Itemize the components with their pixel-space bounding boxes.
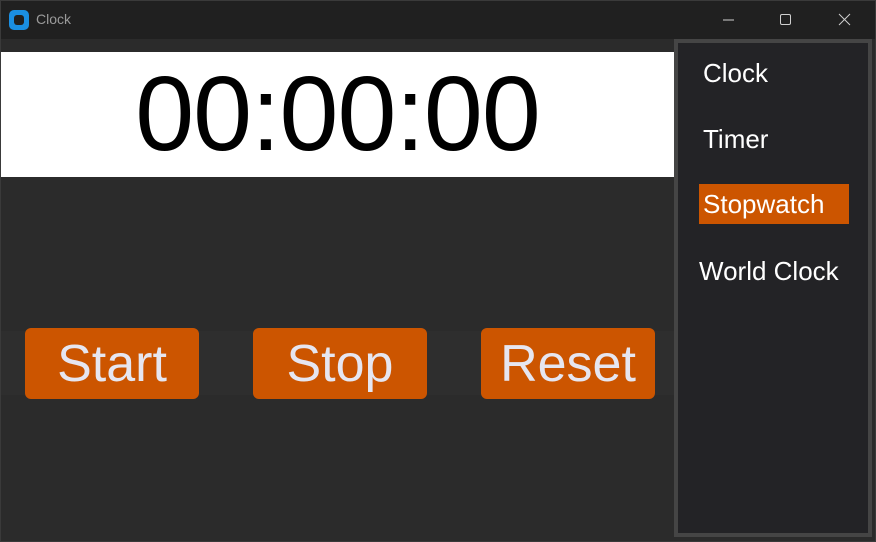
app-window: Clock 00:00:00 Start Stop Reset Clock Ti… <box>0 0 876 542</box>
maximize-button[interactable] <box>757 1 813 39</box>
minimize-icon <box>723 19 734 21</box>
maximize-icon <box>780 14 791 25</box>
stopwatch-display-panel: 00:00:00 <box>1 52 674 177</box>
reset-button[interactable]: Reset <box>481 328 655 399</box>
window-title: Clock <box>36 11 72 27</box>
close-button[interactable] <box>816 1 872 39</box>
close-icon <box>838 13 851 26</box>
mode-sidebar: Clock Timer Stopwatch World Clock <box>674 39 872 537</box>
sidebar-item-timer[interactable]: Timer <box>699 119 849 159</box>
sidebar-item-stopwatch[interactable]: Stopwatch <box>699 184 849 224</box>
stopwatch-time: 00:00:00 <box>135 55 541 173</box>
minimize-button[interactable] <box>701 1 757 39</box>
title-bar[interactable]: Clock <box>1 1 875 39</box>
start-button[interactable]: Start <box>25 328 199 399</box>
clock-app-icon <box>9 10 29 30</box>
stop-button[interactable]: Stop <box>253 328 427 399</box>
sidebar-item-clock[interactable]: Clock <box>699 53 849 93</box>
sidebar-item-world-clock[interactable]: World Clock <box>699 251 849 291</box>
